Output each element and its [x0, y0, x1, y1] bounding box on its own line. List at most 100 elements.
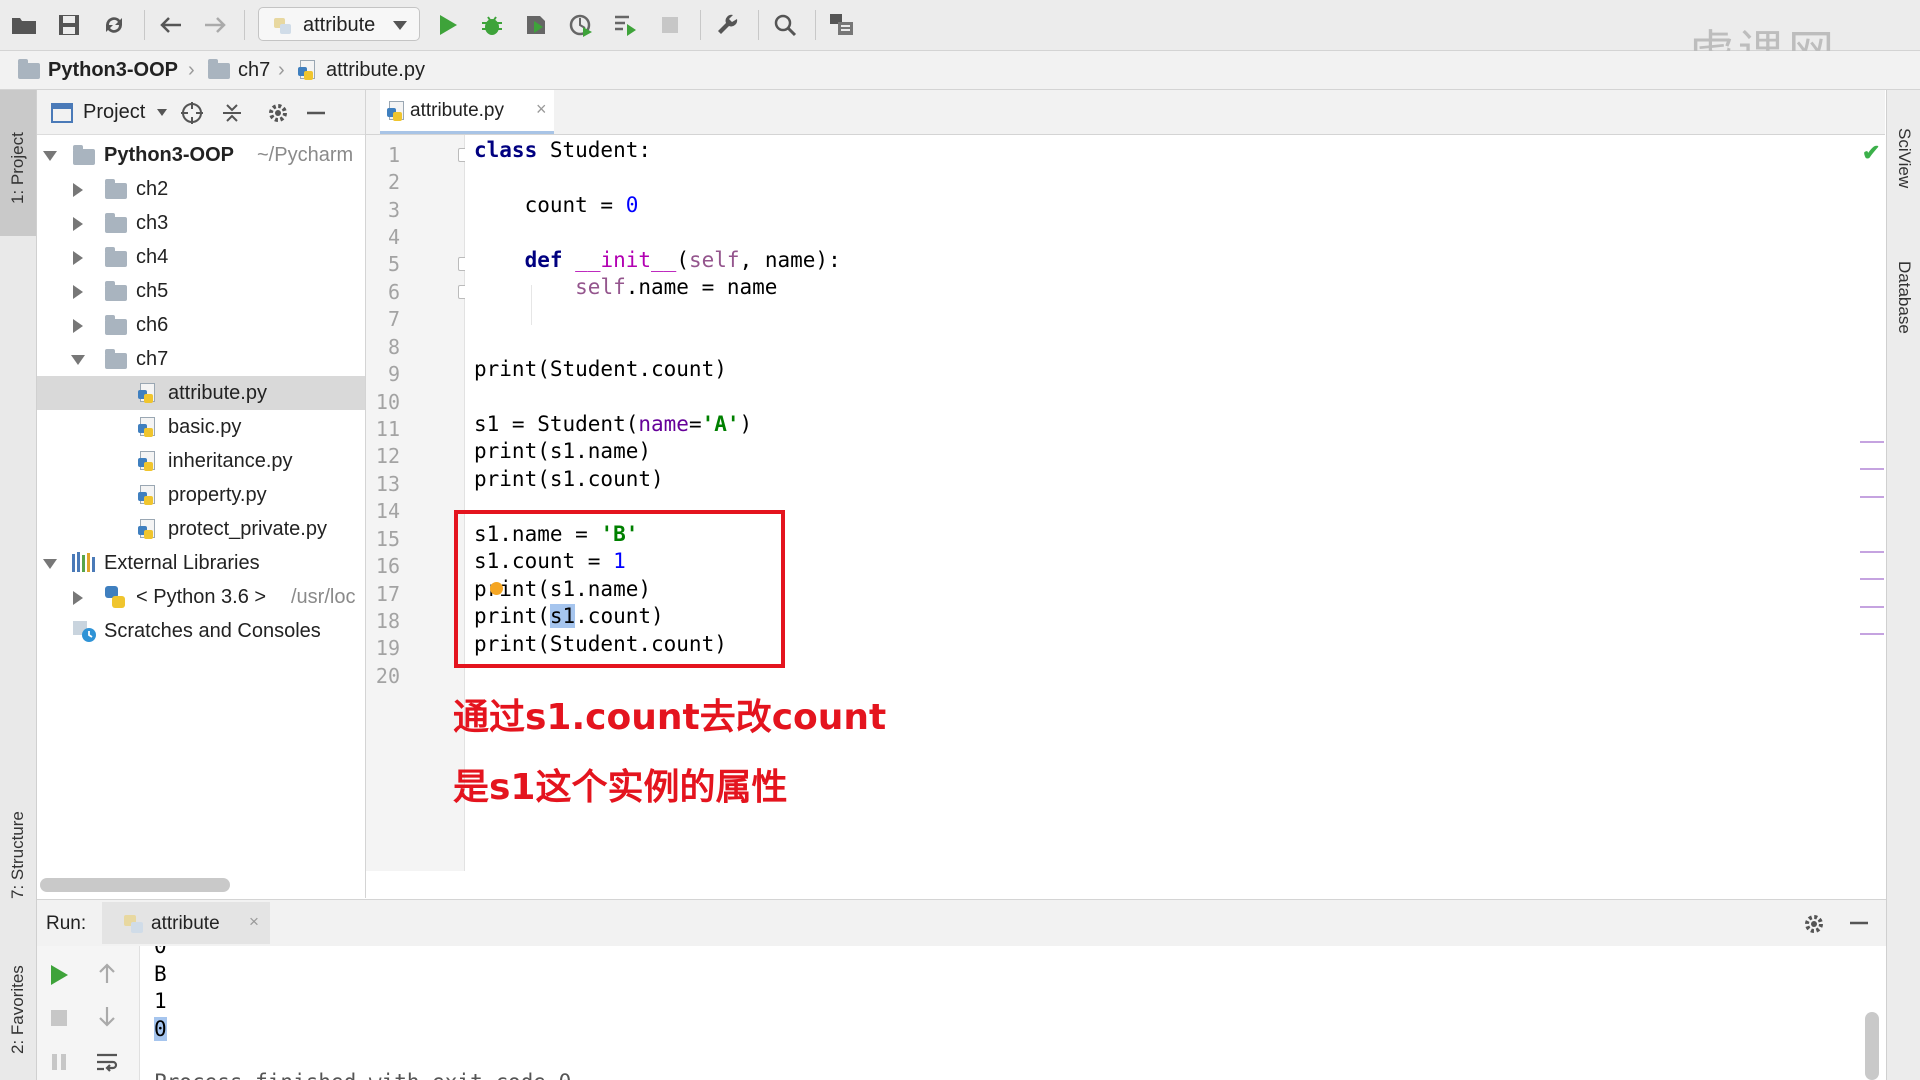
run-tab-attribute[interactable]: attribute × [102, 902, 270, 944]
sciview-tool-tab[interactable]: SciView [1887, 110, 1920, 206]
pause-icon[interactable] [49, 1052, 69, 1077]
run-panel-header: Run: attribute × [37, 899, 1886, 947]
tree-file-inheritance[interactable]: inheritance.py [37, 444, 365, 478]
scroll-down-arrow-icon[interactable] [97, 1006, 117, 1033]
marker-stripe[interactable] [1860, 468, 1884, 470]
database-tool-tab[interactable]: Database [1887, 242, 1920, 352]
marker-stripe[interactable] [1860, 441, 1884, 443]
breadcrumb-project[interactable]: Python3-OOP [48, 59, 178, 82]
tree-folder-ch3[interactable]: ch3 [37, 206, 365, 240]
sync-icon[interactable] [98, 9, 130, 41]
toolbar-separator [815, 10, 816, 40]
tree-folder-ch7[interactable]: ch7 [37, 342, 365, 376]
tree-root-project[interactable]: Python3-OOP ~/Pycharm [37, 138, 365, 172]
close-icon[interactable]: × [536, 99, 547, 120]
scroll-up-arrow-icon[interactable] [97, 962, 117, 989]
marker-stripe[interactable] [1860, 578, 1884, 580]
marker-stripe[interactable] [1860, 606, 1884, 608]
toolbar-separator [758, 10, 759, 40]
folder-icon [105, 315, 127, 335]
tree-file-label: attribute.py [168, 382, 267, 404]
chevron-right-icon[interactable] [73, 319, 83, 333]
tab-attribute-py[interactable]: attribute.py × [380, 90, 554, 134]
search-icon[interactable] [769, 9, 801, 41]
tree-file-basic[interactable]: basic.py [37, 410, 365, 444]
folder-icon [105, 213, 127, 233]
run-icon[interactable] [432, 9, 464, 41]
debug-icon[interactable] [476, 9, 508, 41]
line-number: 16 [375, 554, 400, 578]
line-number: 19 [375, 636, 400, 660]
chevron-right-icon[interactable] [73, 183, 83, 197]
annotation-text-1: 通过s1.count去改count [453, 697, 887, 738]
tree-scratches[interactable]: Scratches and Consoles [37, 614, 365, 648]
stop-icon[interactable] [49, 1008, 69, 1033]
profile-icon[interactable] [565, 9, 597, 41]
project-tool-tab[interactable]: 1: Project [0, 100, 36, 236]
soft-wrap-icon[interactable] [95, 1052, 119, 1079]
console-vertical-scrollbar[interactable] [1865, 1012, 1879, 1080]
open-folder-icon[interactable] [8, 9, 40, 41]
run-tab-label: attribute [151, 913, 220, 934]
line-number: 2 [387, 170, 400, 194]
breadcrumb-file[interactable]: attribute.py [326, 59, 425, 82]
tree-folder-label: ch3 [136, 212, 169, 234]
stop-icon[interactable] [654, 9, 686, 41]
gear-icon[interactable] [265, 100, 291, 126]
run-with-coverage-icon[interactable] [520, 9, 552, 41]
tree-folder-ch4[interactable]: ch4 [37, 240, 365, 274]
save-icon[interactable] [53, 9, 85, 41]
tree-folder-ch5[interactable]: ch5 [37, 274, 365, 308]
project-horizontal-scrollbar[interactable] [40, 878, 230, 892]
tree-python-sdk-label: < Python 3.6 > [136, 586, 267, 608]
code-line-6: self.name = name [575, 275, 778, 299]
chevron-down-icon[interactable] [43, 151, 57, 161]
tree-external-libraries[interactable]: External Libraries [37, 546, 365, 580]
favorites-tool-tab[interactable]: 2: Favorites [0, 945, 36, 1075]
collapse-all-icon[interactable] [219, 100, 245, 126]
chevron-right-icon[interactable] [73, 251, 83, 265]
scratches-icon [71, 619, 97, 648]
run-configuration-dropdown[interactable]: attribute [258, 7, 420, 41]
marker-stripe[interactable] [1860, 633, 1884, 635]
vcs-icon[interactable] [826, 9, 858, 41]
tree-file-property[interactable]: property.py [37, 478, 365, 512]
checkmark-icon[interactable]: ✔ [1862, 140, 1880, 166]
marker-stripe[interactable] [1860, 551, 1884, 553]
chevron-right-icon[interactable] [73, 285, 83, 299]
gear-icon[interactable] [1802, 912, 1826, 941]
chevron-down-icon[interactable] [43, 559, 57, 569]
locate-icon[interactable] [179, 100, 205, 126]
close-icon[interactable]: × [249, 912, 259, 932]
toolbar-separator [700, 10, 701, 40]
chevron-right-icon[interactable] [73, 217, 83, 231]
tree-folder-ch2[interactable]: ch2 [37, 172, 365, 206]
concurrency-diagram-icon[interactable] [609, 9, 641, 41]
back-arrow-icon[interactable] [155, 9, 187, 41]
marker-stripe[interactable] [1860, 496, 1884, 498]
tree-folder-ch6[interactable]: ch6 [37, 308, 365, 342]
right-tool-strip: SciView Database [1886, 90, 1920, 1080]
line-number: 10 [375, 390, 400, 414]
tree-file-protect-private[interactable]: protect_private.py [37, 512, 365, 546]
structure-tool-tab[interactable]: 7: Structure [0, 790, 36, 920]
tree-file-attribute[interactable]: attribute.py [37, 376, 365, 410]
console-output-line-selected: 0 [154, 1017, 167, 1041]
project-view-selector[interactable]: Project [83, 101, 145, 124]
minimize-icon[interactable] [1848, 912, 1870, 939]
chevron-right-icon[interactable] [73, 591, 83, 605]
chevron-down-icon[interactable] [157, 109, 167, 116]
line-number: 11 [375, 417, 400, 441]
wrench-icon[interactable] [712, 9, 744, 41]
project-panel-header: Project [37, 90, 365, 135]
tree-python-sdk[interactable]: < Python 3.6 > /usr/loc [37, 580, 365, 614]
chevron-down-icon[interactable] [71, 355, 85, 365]
line-number: 15 [375, 527, 400, 551]
run-console-output[interactable]: 0 B 1 0 Process finished with exit code … [140, 946, 1886, 1080]
rerun-icon[interactable] [49, 964, 69, 991]
code-line-9: print(Student.count) [474, 357, 727, 381]
minimize-icon[interactable] [303, 100, 329, 126]
forward-arrow-icon[interactable] [199, 9, 231, 41]
breadcrumb-folder[interactable]: ch7 [238, 59, 270, 82]
folder-icon [105, 247, 127, 267]
